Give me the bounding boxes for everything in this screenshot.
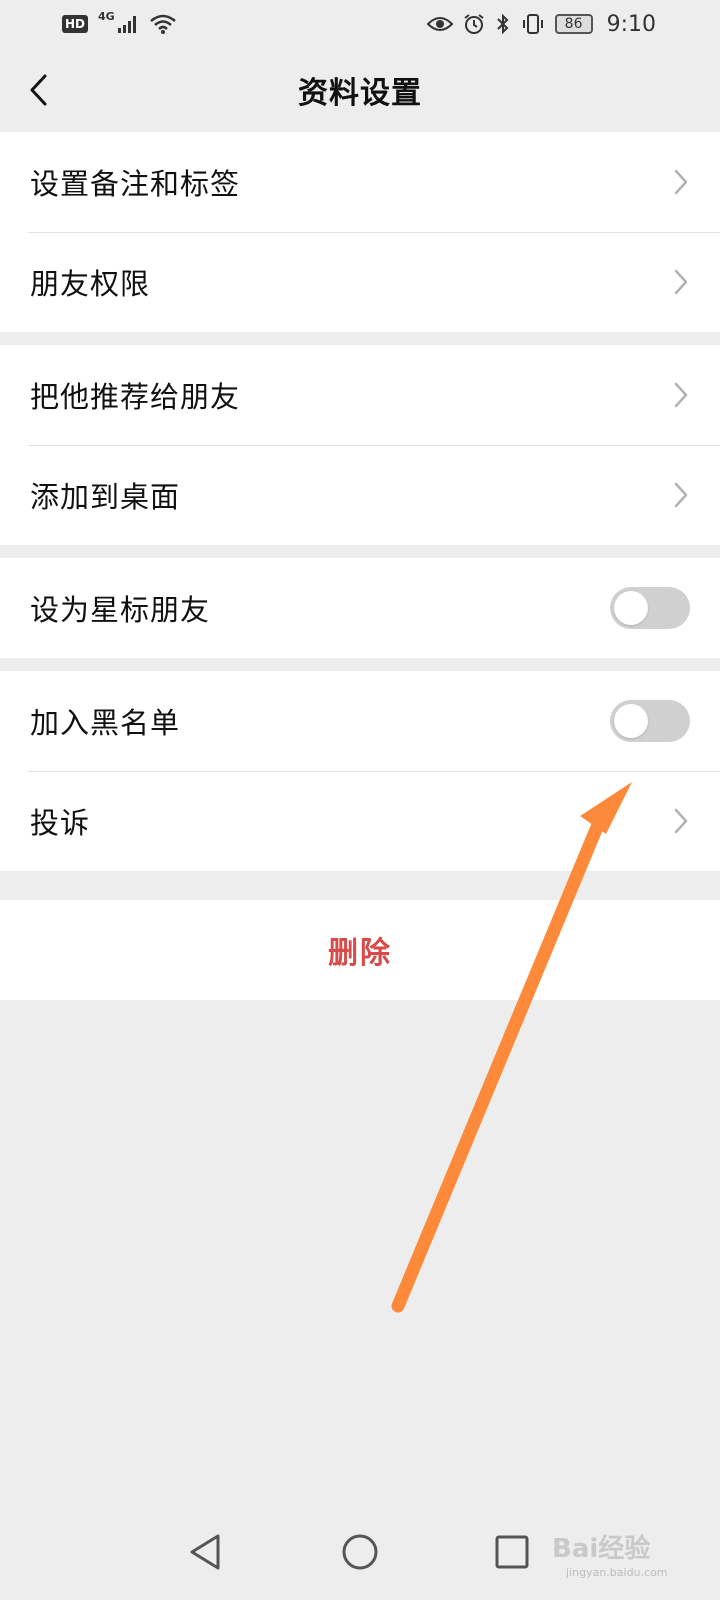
chevron-right-icon — [672, 168, 690, 196]
eye-icon — [426, 17, 453, 31]
chevron-right-icon — [672, 381, 690, 409]
toggle-knob — [614, 591, 648, 625]
row-recommend-to-friend[interactable]: 把他推荐给朋友 — [0, 345, 720, 445]
blacklist-toggle[interactable] — [610, 700, 690, 742]
home-circle-icon[interactable] — [340, 1532, 380, 1572]
chevron-right-icon — [672, 481, 690, 509]
alarm-icon — [463, 14, 484, 34]
delete-label: 删除 — [328, 936, 392, 971]
status-time: 9:10 — [606, 11, 656, 37]
row-remarks-tags[interactable]: 设置备注和标签 — [0, 132, 720, 232]
back-triangle-icon[interactable] — [186, 1532, 226, 1572]
row-label: 设置备注和标签 — [30, 167, 241, 201]
wifi-icon — [149, 14, 176, 34]
settings-group-share: 把他推荐给朋友 添加到桌面 — [0, 345, 720, 545]
row-label: 添加到桌面 — [30, 480, 181, 514]
settings-group-remarks: 设置备注和标签 朋友权限 — [0, 132, 720, 332]
status-left: HD 4G — [62, 9, 177, 35]
delete-button[interactable]: 删除 — [0, 900, 720, 1000]
bluetooth-icon — [496, 13, 509, 35]
page-title: 资料设置 — [298, 76, 422, 111]
battery-icon: 86 — [554, 14, 593, 34]
watermark: Bai经验 jingyan.baidu.com — [552, 1516, 712, 1586]
settings-group-star: 设为星标朋友 — [0, 558, 720, 658]
signal-icon — [117, 16, 136, 33]
back-button[interactable] — [16, 68, 60, 112]
star-friend-toggle[interactable] — [610, 587, 690, 629]
row-label: 朋友权限 — [30, 267, 151, 301]
row-label: 投诉 — [30, 806, 91, 840]
row-add-to-desktop[interactable]: 添加到桌面 — [0, 445, 720, 545]
nav-bar: 资料设置 — [0, 48, 720, 132]
chevron-right-icon — [672, 268, 690, 296]
status-right: 86 9:10 — [426, 11, 656, 37]
watermark-url: jingyan.baidu.com — [566, 1566, 668, 1579]
recents-square-icon[interactable] — [492, 1532, 532, 1572]
row-label: 设为星标朋友 — [30, 593, 211, 627]
hd-badge: HD — [62, 15, 89, 33]
status-bar: HD 4G 86 9:10 — [0, 0, 720, 48]
watermark-logo: Bai经验 — [552, 1534, 651, 1564]
row-label: 加入黑名单 — [30, 706, 181, 740]
row-complain[interactable]: 投诉 — [0, 771, 720, 871]
row-star-friend: 设为星标朋友 — [0, 558, 720, 658]
settings-group-block: 加入黑名单 投诉 — [0, 671, 720, 871]
toggle-knob — [614, 704, 648, 738]
chevron-right-icon — [672, 807, 690, 835]
row-blacklist: 加入黑名单 — [0, 671, 720, 771]
chevron-left-icon — [30, 74, 47, 106]
row-label: 把他推荐给朋友 — [30, 380, 241, 414]
network-type: 4G — [98, 9, 115, 23]
row-friend-permissions[interactable]: 朋友权限 — [0, 232, 720, 332]
vibrate-icon — [522, 14, 543, 34]
